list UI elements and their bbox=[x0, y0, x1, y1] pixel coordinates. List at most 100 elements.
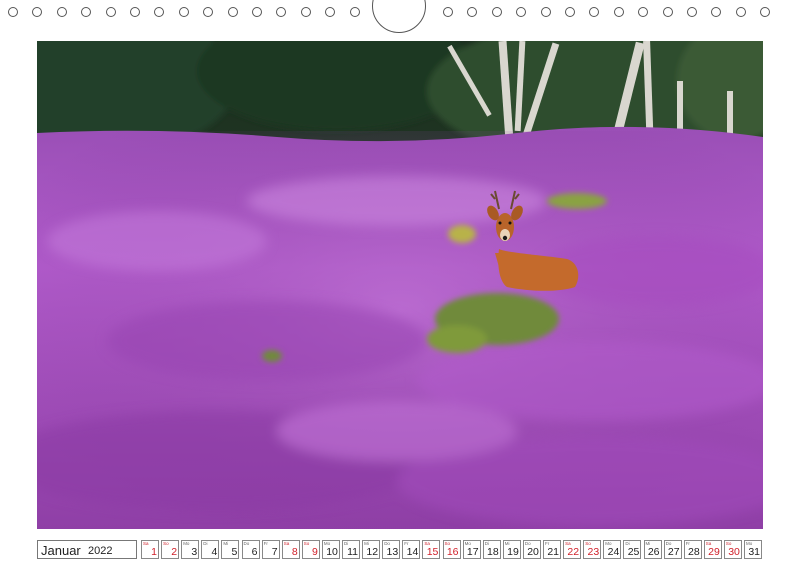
day-number: 4 bbox=[211, 546, 218, 558]
day-number: 24 bbox=[607, 546, 620, 558]
day-cell: Mo 3 bbox=[181, 540, 200, 559]
day-of-week: Fr bbox=[263, 541, 268, 546]
day-cell: Fr 28 bbox=[683, 540, 702, 559]
binding-hole bbox=[8, 7, 18, 17]
day-number: 19 bbox=[507, 546, 519, 558]
day-cell: Do 27 bbox=[663, 540, 682, 559]
day-cell: Fr 14 bbox=[402, 540, 421, 559]
day-cell: So 2 bbox=[161, 540, 180, 559]
binding-hole bbox=[56, 7, 67, 17]
binding-hole bbox=[130, 7, 140, 17]
day-cell: Di 11 bbox=[342, 540, 360, 559]
day-cell: Sa 22 bbox=[563, 540, 582, 559]
binding-hole bbox=[32, 7, 43, 17]
day-cell: Di 25 bbox=[623, 540, 642, 559]
binding-hole bbox=[252, 7, 262, 17]
year: 2022 bbox=[88, 545, 113, 557]
binding-hole bbox=[276, 7, 287, 17]
day-number: 9 bbox=[311, 546, 318, 558]
day-cell: Do 13 bbox=[382, 540, 401, 559]
day-number: 21 bbox=[547, 546, 559, 558]
binding-hole bbox=[711, 7, 722, 17]
day-of-week: Mo bbox=[183, 541, 190, 546]
day-number: 11 bbox=[347, 546, 358, 558]
binding-hole bbox=[325, 7, 336, 17]
day-cell: Di 4 bbox=[201, 540, 220, 559]
binding-hole bbox=[735, 7, 746, 17]
day-cell: Di 18 bbox=[482, 540, 501, 559]
day-cell: Sa 8 bbox=[281, 540, 300, 559]
day-of-week: Sa bbox=[283, 541, 290, 546]
day-number: 15 bbox=[426, 546, 439, 558]
binding-hole bbox=[443, 7, 453, 17]
day-of-week: So bbox=[303, 541, 310, 546]
month-name: Januar bbox=[41, 543, 81, 558]
day-number: 18 bbox=[487, 546, 499, 558]
day-number: 13 bbox=[386, 546, 399, 558]
day-of-week: Mi bbox=[223, 541, 229, 546]
binding-hole bbox=[613, 7, 624, 17]
day-of-week: Do bbox=[243, 541, 250, 546]
day-number: 16 bbox=[446, 546, 459, 558]
day-number: 28 bbox=[688, 546, 700, 558]
hanger-cutout bbox=[372, 0, 426, 33]
month-label-box: Januar 2022 bbox=[37, 540, 137, 559]
binding-hole bbox=[467, 7, 478, 17]
binding-holes bbox=[0, 0, 800, 33]
heather-deer-image bbox=[37, 41, 763, 529]
binding-hole bbox=[638, 7, 649, 17]
binding-hole bbox=[491, 7, 502, 17]
binding-hole bbox=[349, 7, 360, 17]
binding-hole bbox=[227, 7, 238, 17]
day-number: 30 bbox=[728, 546, 740, 558]
binding-hole bbox=[178, 7, 189, 17]
binding-hole bbox=[81, 7, 92, 17]
day-number: 23 bbox=[587, 546, 600, 558]
day-cell: Mi 26 bbox=[643, 540, 662, 559]
day-number: 3 bbox=[191, 546, 198, 558]
binding-hole bbox=[589, 7, 600, 17]
binding-hole bbox=[687, 7, 697, 17]
day-cell: Mi 5 bbox=[221, 540, 240, 559]
binding-hole bbox=[300, 7, 311, 17]
day-cell: Mi 19 bbox=[502, 540, 521, 559]
binding-hole bbox=[154, 7, 165, 17]
day-of-week: So bbox=[163, 541, 169, 546]
day-number: 26 bbox=[647, 546, 660, 558]
day-number: 6 bbox=[251, 546, 258, 558]
day-number: 22 bbox=[567, 546, 580, 558]
day-cell: Mo 24 bbox=[603, 540, 622, 559]
day-number: 5 bbox=[231, 546, 238, 558]
day-number: 31 bbox=[748, 546, 760, 558]
day-cell: Sa 1 bbox=[141, 540, 159, 559]
day-number: 14 bbox=[406, 546, 419, 558]
day-cell: Sa 29 bbox=[703, 540, 722, 559]
day-cell: Mi 12 bbox=[362, 540, 381, 559]
day-cell: So 23 bbox=[583, 540, 602, 559]
day-number: 17 bbox=[466, 546, 479, 558]
binding-hole bbox=[565, 7, 575, 17]
day-cell: Fr 7 bbox=[261, 540, 280, 559]
day-cell: Sa 15 bbox=[422, 540, 441, 559]
day-of-week: Sa bbox=[143, 541, 149, 546]
day-number: 25 bbox=[627, 546, 640, 558]
day-cell: Mo 17 bbox=[462, 540, 481, 559]
day-number: 20 bbox=[527, 546, 539, 558]
binding-hole bbox=[540, 7, 551, 17]
day-number: 8 bbox=[291, 546, 298, 558]
day-number: 29 bbox=[708, 546, 720, 558]
binding-hole bbox=[662, 7, 673, 17]
binding-hole bbox=[105, 7, 116, 17]
day-number: 2 bbox=[171, 546, 178, 558]
day-number: 27 bbox=[667, 546, 680, 558]
day-of-week: Di bbox=[203, 541, 208, 546]
day-cell: Mo 10 bbox=[321, 540, 340, 559]
day-cell: So 16 bbox=[442, 540, 461, 559]
calendar-photo bbox=[37, 41, 763, 529]
day-cell: Do 20 bbox=[522, 540, 541, 559]
day-number: 12 bbox=[366, 546, 379, 558]
day-number: 1 bbox=[151, 546, 157, 558]
day-number: 10 bbox=[326, 546, 338, 558]
day-cell: Do 6 bbox=[241, 540, 260, 559]
day-cell: Mo 31 bbox=[744, 540, 762, 559]
